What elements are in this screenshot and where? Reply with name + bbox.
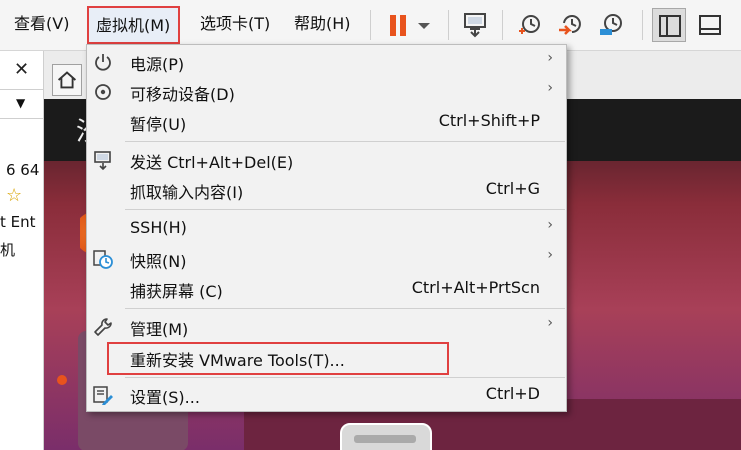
close-icon[interactable]: ✕ [14, 59, 29, 80]
menu-separator [125, 209, 565, 210]
menu-item-manage[interactable]: 管理(M) › [87, 312, 566, 342]
toolbar-separator [642, 10, 643, 40]
power-icon [92, 51, 114, 73]
menu-item-label: 发送 Ctrl+Alt+Del(E) [130, 153, 294, 172]
home-icon[interactable] [52, 64, 82, 96]
menu-item-label: 电源(P) [130, 55, 185, 74]
menu-item-ssh[interactable]: SSH(H) › [87, 214, 566, 244]
menu-separator [125, 377, 565, 378]
chevron-down-icon: ▼ [16, 96, 26, 110]
menu-item-label: 设置(S)... [130, 388, 200, 407]
menu-item-power[interactable]: 电源(P) › [87, 47, 566, 77]
menu-item-label: 快照(N) [130, 252, 187, 271]
menu-item-shortcut: Ctrl+D [485, 384, 540, 403]
menu-item-grab-input[interactable]: 抓取输入内容(I) Ctrl+G [87, 175, 566, 205]
wrench-icon [92, 316, 114, 338]
toolbar-separator [370, 10, 371, 40]
removable-device-icon [92, 81, 114, 103]
snapshot-take-icon[interactable] [512, 8, 546, 42]
toolbar-separator [448, 10, 449, 40]
menu-item-shortcut: Ctrl+Shift+P [438, 111, 540, 130]
send-keys-icon [92, 149, 114, 171]
menu-item-snapshot[interactable]: 快照(N) › [87, 244, 566, 274]
favorite-star-icon[interactable]: ☆ [6, 185, 22, 206]
menu-tabs[interactable]: 选项卡(T) [200, 13, 270, 35]
library-item-text[interactable]: 机 [0, 239, 15, 260]
guest-drive-icon [340, 423, 432, 450]
snapshot-manager-icon[interactable] [594, 8, 628, 42]
library-filter-dropdown[interactable]: ▼ [0, 89, 43, 119]
menu-item-settings[interactable]: 设置(S)... Ctrl+D [87, 380, 566, 410]
send-ctrl-alt-del-icon[interactable] [458, 8, 492, 42]
menu-item-capture-screen[interactable]: 捕获屏幕 (C) Ctrl+Alt+PrtScn [87, 274, 566, 304]
library-item-text[interactable]: 6 64 [6, 161, 39, 179]
menu-view[interactable]: 查看(V) [14, 13, 69, 35]
snapshot-revert-icon[interactable] [553, 8, 587, 42]
menu-item-send-ctrl-alt-del[interactable]: 发送 Ctrl+Alt+Del(E) [87, 145, 566, 175]
settings-icon [92, 384, 114, 406]
menu-separator [125, 141, 565, 142]
menu-help[interactable]: 帮助(H) [294, 13, 351, 35]
menu-separator [125, 308, 565, 309]
menu-item-removable-devices[interactable]: 可移动设备(D) › [87, 77, 566, 107]
library-view-icon[interactable] [652, 8, 686, 42]
menu-item-shortcut: Ctrl+Alt+PrtScn [411, 278, 540, 297]
submenu-arrow-icon: › [547, 217, 553, 233]
menu-item-shortcut: Ctrl+G [485, 179, 540, 198]
menu-item-label: 捕获屏幕 (C) [130, 282, 223, 301]
toolbar-separator [502, 10, 503, 40]
menu-item-label: 管理(M) [130, 320, 189, 339]
guest-dock-indicator [57, 375, 67, 385]
submenu-arrow-icon: › [547, 247, 553, 263]
dropdown-arrow-icon[interactable] [412, 8, 436, 42]
console-view-icon[interactable] [693, 8, 727, 42]
pause-icon[interactable] [382, 8, 416, 42]
submenu-arrow-icon: › [547, 315, 553, 331]
menu-item-label: 抓取输入内容(I) [130, 183, 244, 202]
submenu-arrow-icon: › [547, 50, 553, 66]
menu-item-label: SSH(H) [130, 218, 187, 237]
library-item-text[interactable]: t Ent [0, 213, 36, 231]
snapshot-icon [92, 248, 114, 270]
library-panel: ✕ ▼ 6 64 ☆ t Ent 机 [0, 51, 44, 450]
menu-item-label: 暂停(U) [130, 115, 187, 134]
highlight-box [107, 342, 449, 375]
menu-item-pause[interactable]: 暂停(U) Ctrl+Shift+P [87, 107, 566, 137]
menu-item-label: 可移动设备(D) [130, 85, 235, 104]
submenu-arrow-icon: › [547, 80, 553, 96]
menu-vm[interactable]: 虚拟机(M) [87, 6, 181, 44]
